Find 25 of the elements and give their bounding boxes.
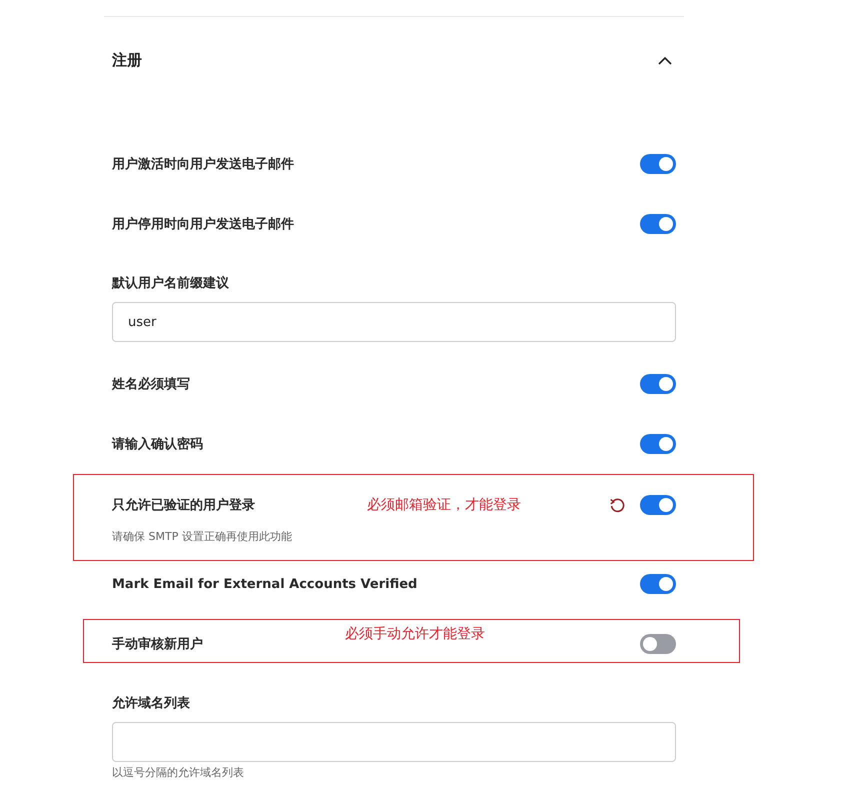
toggle-switch[interactable]: [640, 374, 676, 394]
setting-label: 只允许已验证的用户登录: [112, 496, 255, 514]
toggle-switch[interactable]: [640, 214, 676, 234]
setting-label: 用户激活时向用户发送电子邮件: [112, 156, 294, 173]
input-field[interactable]: user: [112, 302, 676, 342]
setting-label: 请输入确认密码: [112, 436, 203, 453]
setting-label: Mark Email for External Accounts Verified: [112, 576, 418, 592]
toggle-switch[interactable]: [640, 574, 676, 594]
toggle-switch[interactable]: [640, 634, 676, 654]
toggle-switch[interactable]: [640, 154, 676, 174]
help-text: 以逗号分隔的允许域名列表: [112, 765, 245, 780]
field-label: 默认用户名前缀建议: [112, 274, 230, 293]
toggle-switch[interactable]: [640, 434, 676, 454]
section-title: 注册: [112, 50, 142, 70]
help-text: 请确保 SMTP 设置正确再使用此功能: [112, 529, 293, 544]
input-field[interactable]: [112, 722, 676, 762]
setting-label: 用户停用时向用户发送电子邮件: [112, 216, 294, 233]
toggle-switch[interactable]: [640, 495, 676, 515]
field-label: 允许域名列表: [112, 695, 191, 713]
annotation-note: 必须手动允许才能登录: [345, 625, 485, 643]
setting-label: 手动审核新用户: [112, 636, 203, 653]
chevron-icon: [658, 56, 672, 64]
setting-label: 姓名必须填写: [112, 376, 190, 393]
reset-icon[interactable]: [609, 496, 626, 514]
annotation-note: 必须邮箱验证，才能登录: [367, 496, 521, 514]
